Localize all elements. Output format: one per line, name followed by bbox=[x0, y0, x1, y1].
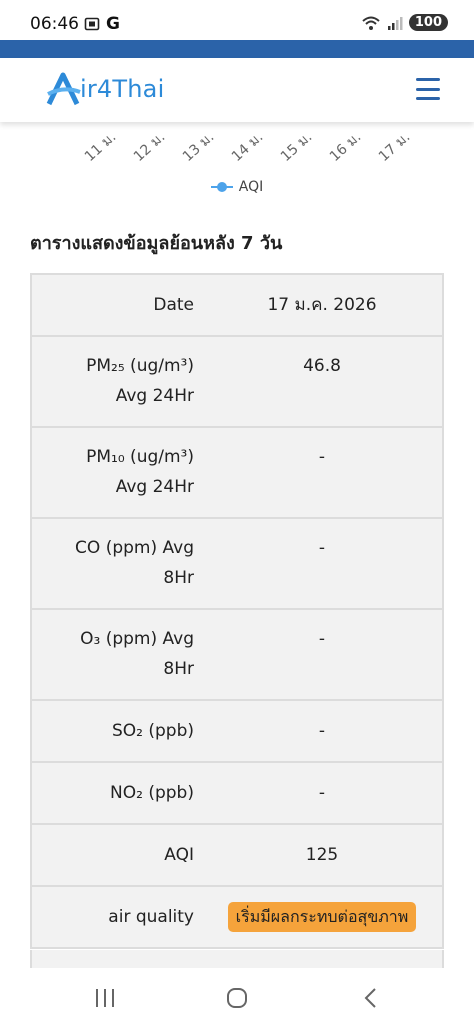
row-value: 46.8 bbox=[303, 356, 341, 376]
history-table: Date 17 ม.ค. 2026 PM₂₅ (ug/m³) Avg 24Hr … bbox=[30, 273, 444, 949]
table-row-pm25: PM₂₅ (ug/m³) Avg 24Hr 46.8 bbox=[32, 337, 442, 428]
air4thai-logo[interactable]: ir4Thai bbox=[46, 72, 164, 106]
row-label-line1: O₃ (ppm) Avg bbox=[80, 629, 194, 649]
row-label: Date bbox=[153, 295, 194, 315]
status-left-icons: G bbox=[84, 14, 120, 34]
home-icon[interactable] bbox=[222, 986, 252, 1010]
site-header: ir4Thai bbox=[0, 58, 474, 122]
top-accent-strip bbox=[0, 40, 474, 58]
row-value: เริ่มมีผลกระทบต่อสุขภาพ bbox=[202, 887, 442, 947]
table-row-o3: O₃ (ppm) Avg 8Hr - bbox=[32, 610, 442, 701]
row-label: AQI bbox=[164, 845, 194, 865]
google-icon: G bbox=[106, 14, 120, 34]
table-row-air-quality: air quality เริ่มมีผลกระทบต่อสุขภาพ bbox=[32, 887, 442, 949]
row-label: NO₂ (ppb) bbox=[110, 783, 194, 803]
row-value: - bbox=[318, 447, 326, 467]
signal-icon bbox=[387, 16, 403, 30]
chart-legend[interactable]: AQI bbox=[0, 179, 474, 195]
status-right-icons: 100 bbox=[361, 14, 448, 31]
row-value: - bbox=[318, 721, 326, 741]
row-label: PM₂₅ (ug/m³) Avg 24Hr bbox=[32, 337, 202, 426]
hamburger-menu-icon[interactable] bbox=[416, 78, 440, 100]
row-value: 125 bbox=[305, 845, 339, 865]
navigation-bar bbox=[0, 968, 474, 1027]
table-row-no2: NO₂ (ppb) - bbox=[32, 763, 442, 825]
row-label: air quality bbox=[108, 907, 194, 927]
row-value: 17 ม.ค. 2026 bbox=[267, 295, 377, 315]
row-value: - bbox=[318, 629, 326, 649]
row-label-line1: PM₁₀ (ug/m³) bbox=[86, 447, 194, 467]
row-label-line2: 8Hr bbox=[163, 659, 194, 679]
legend-aqi-marker-icon bbox=[210, 182, 233, 192]
table-row-co: CO (ppm) Avg 8Hr - bbox=[32, 519, 442, 610]
section-title: ตารางแสดงข้อมูลย้อนหลัง 7 วัน bbox=[30, 233, 283, 254]
row-label-line2: 8Hr bbox=[163, 568, 194, 588]
table-next-row bbox=[30, 950, 444, 968]
status-bar: 06:46 G 100 bbox=[0, 0, 474, 40]
air-quality-badge: เริ่มมีผลกระทบต่อสุขภาพ bbox=[227, 902, 417, 932]
row-label-line2: Avg 24Hr bbox=[115, 386, 194, 406]
logo-text: ir4Thai bbox=[80, 75, 165, 103]
table-row-pm10: PM₁₀ (ug/m³) Avg 24Hr - bbox=[32, 428, 442, 519]
row-label-line1: CO (ppm) Avg bbox=[75, 538, 194, 558]
row-label: PM₁₀ (ug/m³) Avg 24Hr bbox=[32, 428, 202, 517]
screenshot-icon bbox=[84, 17, 100, 31]
row-value: - bbox=[318, 538, 326, 558]
row-label-line2: Avg 24Hr bbox=[115, 477, 194, 497]
wifi-icon bbox=[362, 16, 380, 30]
row-label: SO₂ (ppb) bbox=[111, 721, 194, 741]
table-row-aqi: AQI 125 bbox=[32, 825, 442, 887]
back-icon[interactable] bbox=[356, 986, 386, 1010]
status-time: 06:46 bbox=[30, 14, 79, 34]
legend-label: AQI bbox=[238, 179, 264, 195]
logo-a-icon bbox=[46, 72, 81, 106]
row-label: CO (ppm) Avg 8Hr bbox=[32, 519, 202, 608]
row-label-line1: PM₂₅ (ug/m³) bbox=[86, 356, 194, 376]
recent-apps-icon[interactable] bbox=[90, 986, 120, 1010]
table-row-date: Date 17 ม.ค. 2026 bbox=[32, 275, 442, 337]
row-label: O₃ (ppm) Avg 8Hr bbox=[32, 610, 202, 699]
table-row-so2: SO₂ (ppb) - bbox=[32, 701, 442, 763]
battery-icon: 100 bbox=[408, 14, 448, 31]
row-value: - bbox=[318, 783, 326, 803]
